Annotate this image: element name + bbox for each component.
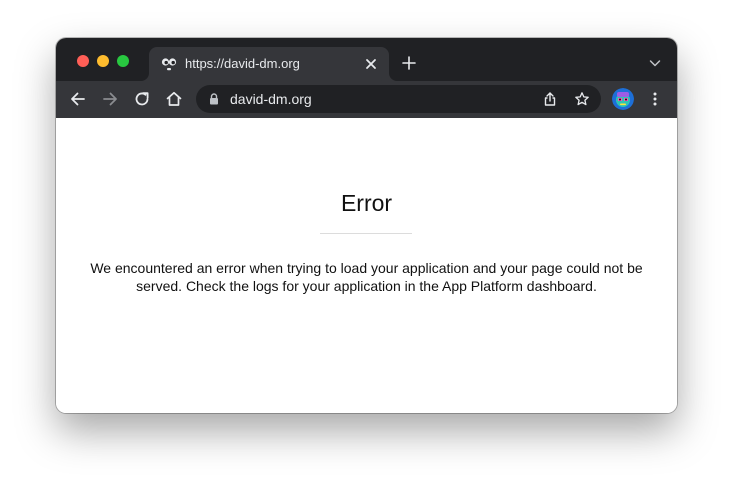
page-content: Error We encountered an error when tryin… [56, 118, 677, 413]
title-divider [320, 233, 412, 234]
chevron-down-icon[interactable] [649, 58, 661, 68]
reload-icon[interactable] [133, 90, 151, 108]
close-icon[interactable] [364, 57, 378, 71]
kebab-menu-icon[interactable] [648, 91, 662, 107]
arrow-right-icon[interactable] [101, 90, 119, 108]
tab-active[interactable]: https://david-dm.org [149, 47, 389, 81]
error-message: We encountered an error when trying to l… [90, 260, 643, 294]
browser-toolbar: david-dm.org [56, 81, 677, 118]
window-minimize-button[interactable] [97, 55, 109, 67]
url-text: david-dm.org [230, 91, 312, 107]
star-icon[interactable] [574, 91, 590, 107]
profile-avatar[interactable] [612, 88, 634, 110]
avatar-image-icon [612, 88, 634, 110]
arrow-left-icon[interactable] [69, 90, 87, 108]
tab-strip: https://david-dm.org [56, 38, 677, 81]
tab-title: https://david-dm.org [185, 56, 300, 71]
page-title: Error [340, 190, 393, 216]
window-close-button[interactable] [77, 55, 89, 67]
plus-icon[interactable] [402, 56, 416, 70]
address-bar[interactable]: david-dm.org [196, 85, 601, 113]
window-zoom-button[interactable] [117, 55, 129, 67]
eyes-favicon-icon [161, 58, 177, 71]
lock-icon[interactable] [209, 93, 219, 105]
browser-window: https://david-dm.org david-dm.org Error … [56, 38, 677, 413]
home-icon[interactable] [165, 90, 183, 108]
share-icon[interactable] [542, 91, 558, 107]
